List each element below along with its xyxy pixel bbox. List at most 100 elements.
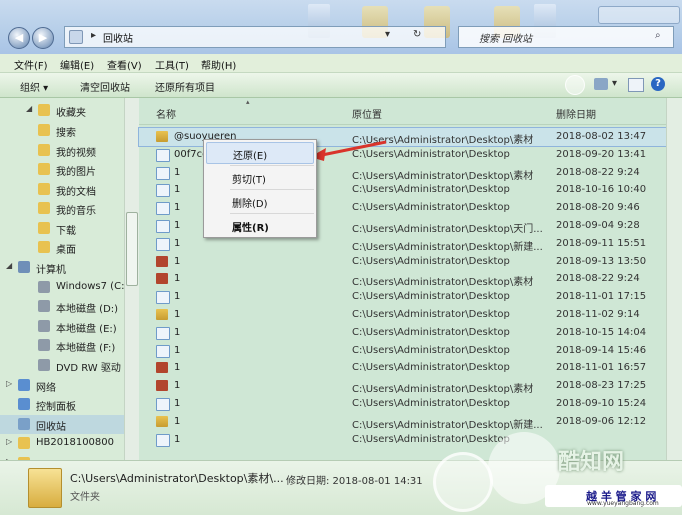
expand-toggle-icon[interactable]: ▷ [6,437,12,446]
file-deleted-date: 2018-09-06 12:12 [556,415,647,427]
file-original-location: C:\Users\Administrator\Desktop\素材 [352,277,534,289]
file-name: 1 [174,291,181,303]
expand-toggle-icon[interactable]: ▷ [6,379,12,388]
nav-item[interactable]: 我的图片 [0,160,124,179]
file-name: 1 [174,255,181,267]
nav-item-icon [38,300,50,312]
menu-edit[interactable]: 编辑(E) [60,57,94,72]
search-box[interactable]: 搜索 回收站 ⌕ [458,26,674,48]
back-button[interactable]: ◀ [8,27,30,49]
folder-icon [156,415,168,427]
nav-item[interactable]: 我的文档 [0,180,124,199]
nav-item-icon [38,144,50,156]
window-controls[interactable] [598,6,680,24]
image-file-icon [156,344,170,358]
file-row[interactable]: 1 C:\Users\Administrator\Desktop\素材 2018-0… [139,270,666,288]
file-row[interactable]: 1 C:\Users\Administrator\Desktop 2018-11-0… [139,306,666,324]
file-name: 1 [174,398,181,409]
nav-item[interactable]: 本地磁盘 (F:) [0,336,124,355]
nav-item[interactable]: 本地磁盘 (E:) [0,317,124,336]
column-date[interactable]: 删除日期 [556,106,596,121]
details-modified: 修改日期: 2018-08-01 14:31 [286,476,423,487]
file-deleted-date: 2018-09-04 9:28 [556,220,640,231]
column-name[interactable]: 名称 [156,106,176,121]
file-original-location: C:\Users\Administrator\Desktop [352,398,510,409]
nav-item[interactable]: 收藏夹 [0,101,124,120]
image-file-icon [156,326,170,340]
file-name: 1 [174,344,181,356]
search-icon[interactable]: ⌕ [655,30,661,41]
nav-item[interactable]: 桌面 [0,238,124,257]
expand-toggle-icon[interactable]: ◢ [26,104,32,113]
file-row[interactable]: 1 C:\Users\Administrator\Desktop 2018-11-0… [139,359,666,377]
nav-item[interactable]: HB2018100800 [0,434,124,453]
organize-button[interactable]: 组织 ▾ [20,79,48,94]
nav-item-label: 我的图片 [56,167,96,178]
nav-item-icon [38,241,50,253]
watermark-logo-icon [433,452,493,512]
forward-button[interactable]: ▶ [32,27,54,49]
image-file-icon [156,166,170,180]
file-row[interactable]: 1 C:\Users\Administrator\Desktop\素材 2018-0… [139,377,666,395]
context-delete-item[interactable]: 删除(D) [206,191,314,211]
file-row[interactable]: 1 C:\Users\Administrator\Desktop 2018-09-1… [139,395,666,413]
nav-scroll-thumb[interactable] [126,212,138,286]
file-row[interactable]: 1 C:\Users\Administrator\Desktop 2018-09-1… [139,253,666,271]
file-original-location: C:\Users\Administrator\Desktop\新建... [352,419,543,431]
context-restore-label: 还原(E) [233,151,268,162]
file-name: 1 [174,433,181,445]
file-deleted-date: 2018-08-22 9:24 [556,273,640,285]
nav-item[interactable]: 下载 [0,219,124,238]
command-bar: 组织 ▾ 清空回收站 还原所有项目 ▾ ? [0,73,682,98]
nav-item[interactable]: Windows7 (C: [0,278,124,297]
nav-item-label: 网络 [36,383,56,394]
nav-item[interactable]: 我的音乐 [0,199,124,218]
file-row[interactable]: 1 C:\Users\Administrator\Desktop 2018-10-1… [139,324,666,342]
view-dropdown-icon[interactable]: ▾ [612,78,617,89]
menu-file[interactable]: 文件(F) [14,57,48,72]
context-properties-item[interactable]: 属性(R) [206,215,314,235]
file-row[interactable]: 1 C:\Users\Administrator\Desktop 2018-09-1… [139,342,666,360]
empty-recycle-bin-button[interactable]: 清空回收站 [80,79,130,94]
refresh-icon[interactable]: ↻ [413,29,421,40]
nav-item[interactable]: 控制面板 [0,395,124,414]
context-cut-label: 剪切(T) [232,175,266,186]
sort-indicator-icon: ▴ [246,98,250,106]
nav-item[interactable]: 搜索 [0,121,124,140]
address-bar[interactable]: ▸ 回收站 ▾ ↻ [64,26,446,48]
nav-item[interactable]: DVD RW 驱动 [0,356,124,375]
nav-item-icon [38,163,50,175]
details-type: 文件夹 [70,492,100,503]
restore-all-button[interactable]: 还原所有项目 [155,79,215,94]
context-restore-item[interactable]: 还原(E) [206,142,314,164]
file-row[interactable]: 1 C:\Users\Administrator\Desktop 2018-11-0… [139,288,666,306]
address-dropdown-icon[interactable]: ▾ [385,29,390,40]
file-name: 1 [174,380,181,392]
image-file-icon [156,433,170,447]
nav-item-icon [38,320,50,332]
photo-file-icon [156,255,168,267]
view-options-icon[interactable] [594,78,608,90]
list-scrollbar[interactable] [666,98,682,460]
expand-toggle-icon[interactable]: ◢ [6,261,12,270]
nav-item[interactable]: 计算机 [0,258,124,277]
file-row[interactable]: 1 C:\Users\Administrator\Desktop\新建... 201… [139,413,666,431]
nav-item[interactable]: 我的视频 [0,141,124,160]
context-cut-item[interactable]: 剪切(T) [206,167,314,187]
file-original-location: C:\Users\Administrator\Desktop\素材 [352,384,534,396]
menu-tools[interactable]: 工具(T) [155,57,189,72]
recycle-bin-icon [69,30,83,44]
menu-help[interactable]: 帮助(H) [201,57,236,72]
image-file-icon [156,291,170,305]
search-input[interactable]: 搜索 回收站 [479,30,532,45]
file-deleted-date: 2018-08-20 9:46 [556,202,640,214]
help-icon[interactable]: ? [651,77,665,91]
preview-pane-icon[interactable] [628,78,644,92]
nav-item[interactable]: 本地磁盘 (D:) [0,297,124,316]
folder-icon [156,309,168,320]
nav-item[interactable]: 回收站 [0,415,124,434]
menu-view[interactable]: 查看(V) [107,57,142,72]
column-header: 名称 原位置 删除日期 ▴ [139,98,666,125]
nav-item[interactable]: 网络 [0,376,124,395]
column-location[interactable]: 原位置 [352,106,382,121]
